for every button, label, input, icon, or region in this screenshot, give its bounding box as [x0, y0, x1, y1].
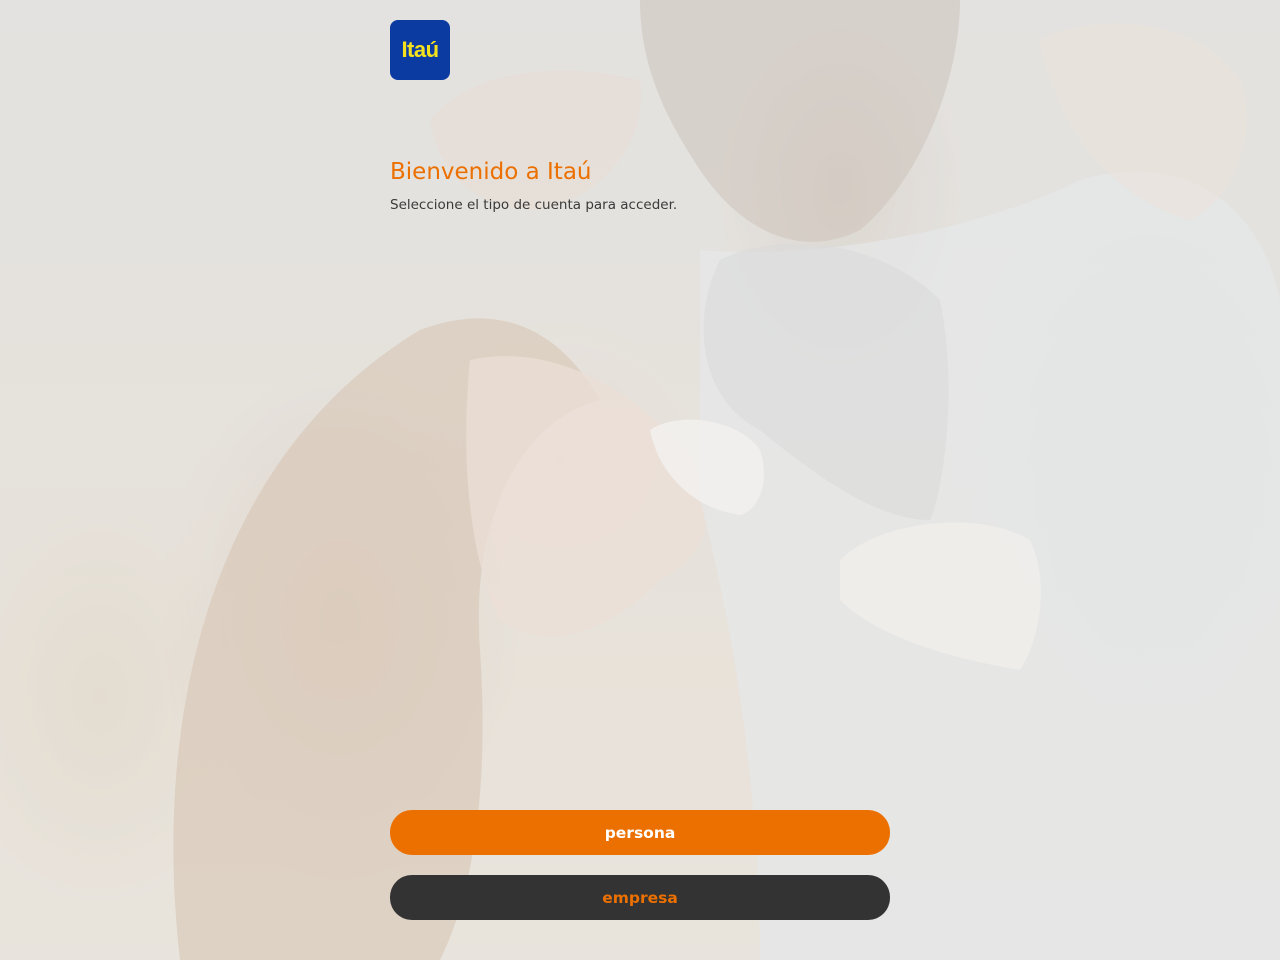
persona-button-label: persona: [604, 823, 676, 842]
welcome-panel: Itaú Bienvenido a Itaú Seleccione el tip…: [390, 20, 890, 214]
empresa-button-label: empresa: [602, 888, 678, 907]
persona-button[interactable]: persona: [390, 810, 890, 855]
page-subtitle: Seleccione el tipo de cuenta para accede…: [390, 197, 678, 213]
empresa-button[interactable]: empresa: [390, 875, 890, 920]
page-title: Bienvenido a Itaú: [390, 159, 592, 185]
logo-text: Itaú: [401, 37, 439, 62]
itau-logo: Itaú: [390, 20, 450, 80]
